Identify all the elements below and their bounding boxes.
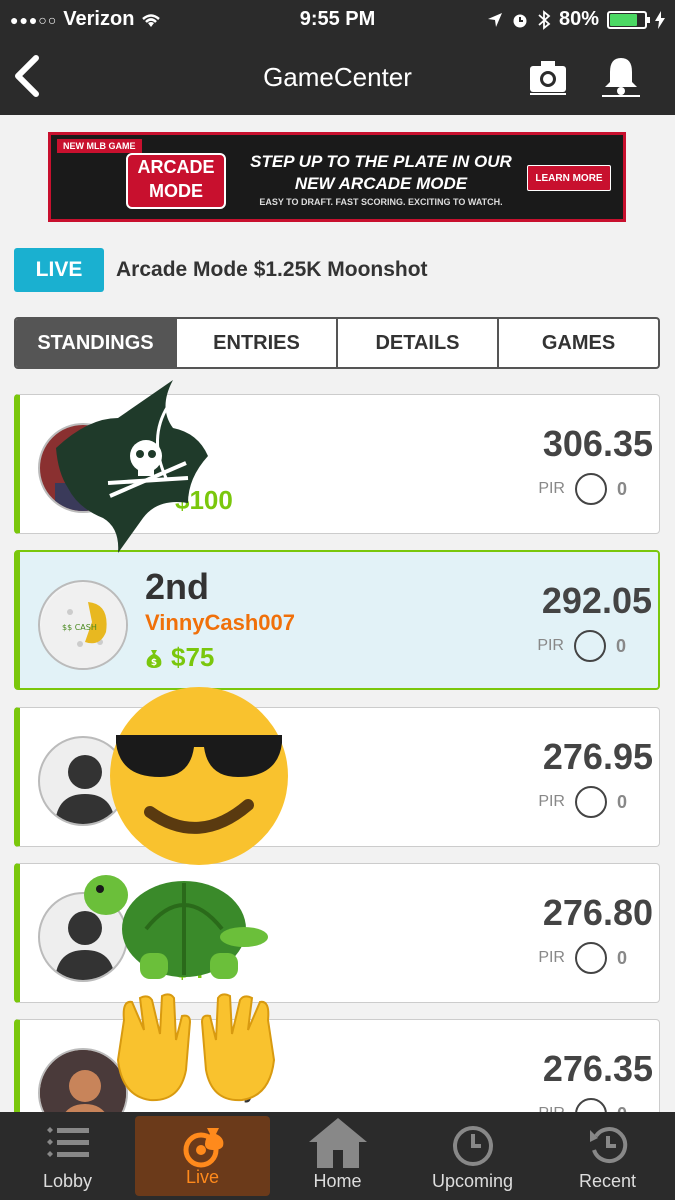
home-icon xyxy=(308,1118,367,1168)
tabbar-label: Upcoming xyxy=(431,1171,514,1191)
svg-text:$$ CASH: $$ CASH xyxy=(62,623,97,632)
top-bar: ●●●○○ Verizon 9:55 PM 80% GameCenter xyxy=(0,0,675,115)
raised-hands-emoji-icon xyxy=(116,993,276,1102)
pir-label: PIR xyxy=(538,793,565,810)
alarm-icon xyxy=(513,14,527,27)
pir-ring-icon xyxy=(574,473,607,505)
pir-label: PIR xyxy=(538,480,565,497)
location-arrow-icon xyxy=(487,12,502,27)
score: 276.95 xyxy=(542,736,653,777)
pir: PIR 0 xyxy=(538,786,627,818)
rank: 2nd xyxy=(145,566,210,607)
navigation-bar: GameCenter xyxy=(0,40,675,115)
standing-row[interactable]: $$ CASH 2nd VinnyCash007 $ $75 292.05 PI… xyxy=(14,550,660,690)
banner-tag: NEW MLB GAME xyxy=(57,139,142,153)
tabbar-live[interactable]: Live xyxy=(135,1116,270,1196)
status-bar: ●●●○○ Verizon 9:55 PM 80% xyxy=(0,0,675,38)
pir-value: 0 xyxy=(616,478,627,499)
score: 306.35 xyxy=(542,423,653,464)
tab-standings[interactable]: STANDINGS xyxy=(16,319,175,367)
tabbar-label: Home xyxy=(313,1171,362,1191)
list-icon xyxy=(46,1127,89,1157)
learn-more-button[interactable]: LEARN MORE xyxy=(527,165,611,191)
pirate-flag-icon xyxy=(56,380,208,553)
username: VinnyCash007 xyxy=(145,610,296,635)
pir-label: PIR xyxy=(537,637,564,654)
pir-value: 0 xyxy=(616,947,627,968)
score: 292.05 xyxy=(541,580,652,621)
battery-icon xyxy=(607,10,650,29)
prize: $ $75 xyxy=(145,642,214,673)
tab-games[interactable]: GAMES xyxy=(497,319,658,367)
pir: PIR 0 xyxy=(537,630,626,662)
pir-value: 0 xyxy=(615,635,626,656)
pir-ring-icon xyxy=(574,942,607,974)
history-icon xyxy=(589,1127,627,1164)
tabbar-label: Recent xyxy=(578,1171,637,1191)
camera-icon[interactable] xyxy=(528,56,568,96)
battery-percent: 80% xyxy=(558,8,599,30)
promo-banner[interactable]: NEW MLB GAME ARCADE MODE STEP UP TO THE … xyxy=(48,132,626,222)
banner-subtitle: EASY TO DRAFT. FAST SCORING. EXCITING TO… xyxy=(259,197,503,207)
tabbar-label: Lobby xyxy=(42,1171,93,1191)
bell-icon[interactable] xyxy=(600,54,642,98)
live-badge: LIVE xyxy=(14,248,104,292)
pir-ring-icon xyxy=(573,630,606,662)
tab-details[interactable]: DETAILS xyxy=(336,319,497,367)
banner-headline: STEP UP TO THE PLATE IN OUR NEW ARCADE M… xyxy=(250,152,512,193)
tab-entries[interactable]: ENTRIES xyxy=(175,319,336,367)
pir-ring-icon xyxy=(574,786,607,818)
sunglasses-emoji-icon xyxy=(110,687,288,865)
score: 276.35 xyxy=(542,1048,653,1089)
tabbar-home[interactable]: Home xyxy=(270,1112,405,1200)
pir: PIR 0 xyxy=(538,473,627,505)
score: 276.80 xyxy=(542,892,653,933)
svg-text:$: $ xyxy=(151,658,157,668)
contest-tabs: STANDINGS ENTRIES DETAILS GAMES xyxy=(14,317,660,369)
avatar: $$ CASH xyxy=(38,580,128,670)
bottom-tab-bar: Lobby Live Home Upcoming Recent xyxy=(0,1112,675,1200)
money-bag-icon xyxy=(183,1128,223,1168)
contest-title: Arcade Mode $1.25K Moonshot xyxy=(116,258,428,281)
prize-amount: $75 xyxy=(171,642,215,672)
pir-label: PIR xyxy=(538,949,565,966)
pir-value: 0 xyxy=(616,791,627,812)
tabbar-recent[interactable]: Recent xyxy=(540,1112,675,1200)
page-title: GameCenter xyxy=(263,62,412,92)
turtle-emoji-icon xyxy=(84,875,268,979)
arcade-mode-logo: ARCADE MODE xyxy=(126,153,226,209)
bluetooth-icon xyxy=(538,9,551,30)
tabbar-label: Live xyxy=(185,1167,220,1187)
clock-icon xyxy=(452,1126,493,1166)
tabbar-upcoming[interactable]: Upcoming xyxy=(405,1112,540,1200)
pir: PIR 0 xyxy=(538,942,627,974)
charging-icon xyxy=(655,10,665,29)
money-bag-icon: $ xyxy=(146,649,162,668)
tabbar-lobby[interactable]: Lobby xyxy=(0,1112,135,1200)
